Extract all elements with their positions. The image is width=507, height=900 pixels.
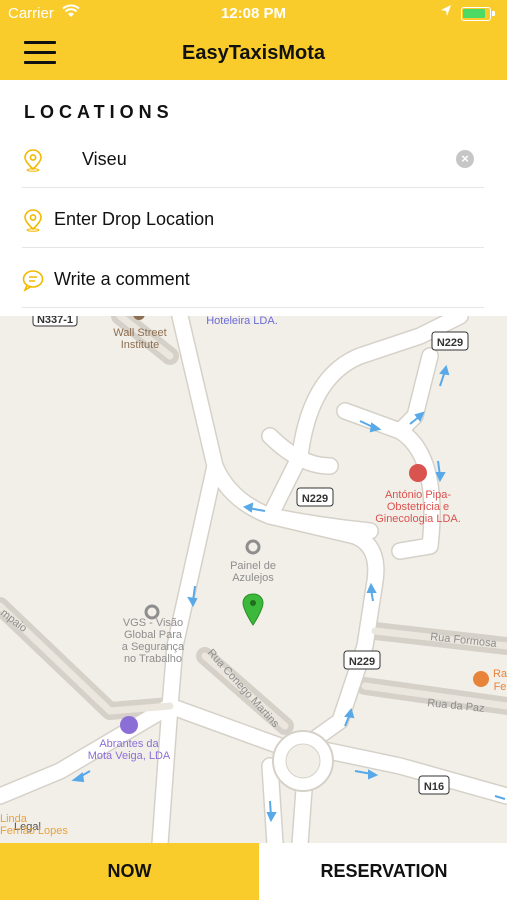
poi-label: Azulejos: [232, 572, 274, 584]
locations-heading: LOCATIONS: [24, 102, 174, 122]
drop-location-field[interactable]: Enter Drop Location: [22, 190, 484, 248]
location-pin-icon: [22, 208, 44, 232]
map-road-label: N229: [302, 493, 328, 505]
drop-location-placeholder: Enter Drop Location: [54, 209, 215, 229]
location-arrow-icon: [440, 4, 452, 22]
map-road-label: N337-1: [37, 316, 73, 326]
poi-label: Ra: [493, 668, 507, 680]
poi-label: Ginecologia LDA.: [375, 513, 461, 525]
top-navigation-bar: EasyTaxisMota: [0, 28, 507, 80]
reservation-button[interactable]: RESERVATION: [261, 843, 507, 900]
map-view[interactable]: N337-1 N229 N229 N229 N16 Rua Formosa Ru…: [0, 316, 507, 844]
poi-label: VGS - Visão: [123, 617, 183, 629]
map-pin-icon[interactable]: [242, 593, 264, 626]
poi-label: Mota Veiga, LDA: [88, 750, 171, 762]
poi-label: no Trabalho: [124, 653, 182, 665]
now-button[interactable]: NOW: [0, 843, 259, 900]
map-road-label: N229: [437, 337, 463, 349]
poi-label: Institute: [121, 339, 160, 351]
comment-placeholder: Write a comment: [54, 269, 190, 289]
poi-label: Abrantes da: [99, 738, 159, 750]
map-road-label: N229: [349, 656, 375, 668]
map-road-label: N16: [424, 781, 444, 793]
chat-bubble-icon: [22, 268, 44, 292]
comment-field[interactable]: Write a comment: [22, 250, 484, 308]
bottom-action-bar: NOW RESERVATION: [0, 843, 507, 900]
location-pin-icon: [22, 148, 44, 172]
poi-label: Hoteleira LDA.: [206, 316, 278, 327]
status-bar: Carrier 12:08 PM: [0, 0, 507, 28]
battery-icon: [461, 7, 495, 21]
pickup-location-field[interactable]: Viseu ×: [22, 130, 484, 188]
poi-label: Painel de: [230, 560, 276, 572]
poi-label: Fernão Lopes: [0, 825, 68, 837]
poi-label: Global Para: [124, 629, 183, 641]
locations-panel: LOCATIONS Viseu × Enter Drop Location Wr…: [0, 80, 507, 316]
poi-label: a Segurança: [122, 641, 185, 653]
poi-label: Fe: [494, 681, 507, 693]
poi-label: Obstetrícia e: [387, 501, 449, 513]
poi-label: Wall Street: [113, 327, 166, 339]
app-title: EasyTaxisMota: [181, 42, 326, 64]
poi-label: António Pipa-: [385, 489, 451, 501]
clear-icon[interactable]: ×: [456, 150, 474, 168]
clock: 12:08 PM: [220, 5, 287, 22]
pickup-location-value: Viseu: [82, 149, 127, 169]
